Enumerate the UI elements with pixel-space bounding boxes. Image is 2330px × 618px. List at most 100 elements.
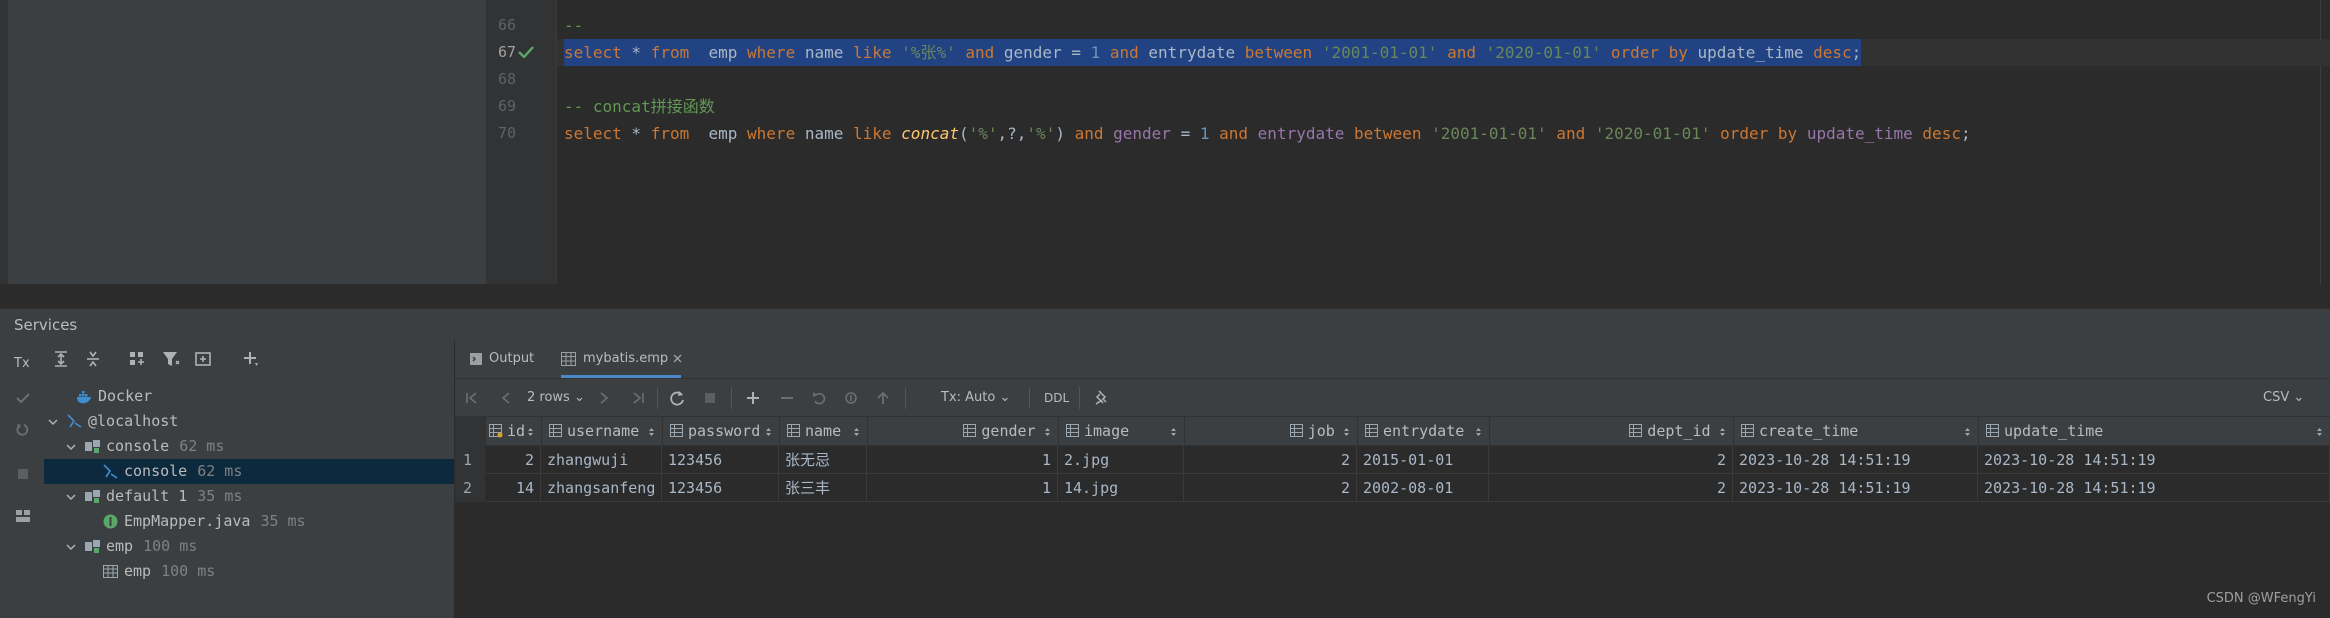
group-by-icon[interactable] bbox=[128, 350, 146, 368]
collapse-all-icon[interactable] bbox=[84, 350, 102, 368]
stop-query-icon[interactable] bbox=[703, 389, 717, 407]
transaction-mode-button[interactable]: Tx bbox=[14, 356, 30, 371]
column-header-image[interactable]: image bbox=[1058, 417, 1185, 445]
code-area[interactable]: -- select * from emp where name like '%张%… bbox=[557, 0, 2330, 284]
row-number[interactable]: 1 bbox=[455, 446, 485, 474]
table-cell-password[interactable]: 123456 bbox=[662, 474, 779, 502]
column-header-dept_id[interactable]: dept_id bbox=[1489, 417, 1734, 445]
table-cell-id[interactable]: 2 bbox=[485, 446, 541, 474]
services-tree-item[interactable]: emp 100 ms bbox=[44, 559, 454, 584]
code-line[interactable]: select * from emp where name like concat… bbox=[557, 120, 2330, 147]
column-header-password[interactable]: password bbox=[662, 417, 780, 445]
expand-all-icon[interactable] bbox=[52, 350, 70, 368]
table-cell-job[interactable]: 2 bbox=[1184, 474, 1357, 502]
table-cell-username[interactable]: zhangwuji bbox=[541, 446, 662, 474]
open-in-new-tab-icon[interactable] bbox=[194, 350, 212, 368]
sort-icon[interactable] bbox=[853, 427, 860, 437]
column-header-label: id bbox=[507, 422, 526, 440]
table-cell-job[interactable]: 2 bbox=[1184, 446, 1357, 474]
chevron-down-icon[interactable] bbox=[66, 492, 76, 502]
revert-icon[interactable] bbox=[811, 389, 827, 407]
services-tree-item[interactable]: @localhost bbox=[44, 409, 454, 434]
refresh-icon[interactable] bbox=[669, 389, 685, 407]
commit-icon[interactable] bbox=[15, 390, 31, 406]
rows-count-dropdown[interactable]: 2 rows ⌄ bbox=[527, 389, 585, 407]
table-cell-image[interactable]: 14.jpg bbox=[1058, 474, 1184, 502]
table-cell-password[interactable]: 123456 bbox=[662, 446, 779, 474]
chevron-down-icon[interactable] bbox=[48, 417, 58, 427]
tab-mybatis-emp[interactable]: mybatis.emp bbox=[561, 340, 682, 378]
table-cell-dept_id[interactable]: 2 bbox=[1489, 446, 1733, 474]
previous-page-icon[interactable] bbox=[499, 389, 513, 407]
sort-icon[interactable] bbox=[1475, 427, 1482, 437]
sort-icon[interactable] bbox=[1170, 427, 1177, 437]
chevron-down-icon[interactable] bbox=[66, 442, 76, 452]
first-page-icon[interactable] bbox=[465, 389, 479, 407]
column-header-id[interactable]: id bbox=[485, 417, 542, 445]
table-cell-gender[interactable]: 1 bbox=[867, 446, 1058, 474]
line-number: 68 bbox=[486, 66, 556, 93]
table-cell-create_time[interactable]: 2023-10-28 14:51:19 bbox=[1733, 474, 1978, 502]
export-format-dropdown[interactable]: CSV ⌄ bbox=[2263, 389, 2304, 407]
code-line[interactable]: select * from emp where name like '%张%' … bbox=[557, 39, 2330, 66]
rollback-icon[interactable] bbox=[15, 422, 31, 438]
delete-row-icon[interactable] bbox=[779, 389, 795, 407]
table-cell-username[interactable]: zhangsanfeng bbox=[541, 474, 662, 502]
sort-icon[interactable] bbox=[1719, 427, 1726, 437]
table-cell-entrydate[interactable]: 2015-01-01 bbox=[1357, 446, 1489, 474]
add-service-icon[interactable] bbox=[242, 350, 260, 368]
transaction-mode-dropdown[interactable]: Tx: Auto ⌄ bbox=[941, 389, 1010, 407]
column-header-update_time[interactable]: update_time bbox=[1978, 417, 2330, 445]
sort-icon[interactable] bbox=[527, 427, 534, 437]
services-tree-item[interactable]: console 62 ms bbox=[44, 459, 454, 484]
services-tree-item[interactable]: EmpMapper.java 35 ms bbox=[44, 509, 454, 534]
chevron-down-icon[interactable] bbox=[66, 542, 76, 552]
column-header-username[interactable]: username bbox=[541, 417, 663, 445]
sort-icon[interactable] bbox=[765, 427, 772, 437]
code-line[interactable]: -- bbox=[557, 12, 2330, 39]
next-page-icon[interactable] bbox=[597, 389, 611, 407]
table-cell-dept_id[interactable]: 2 bbox=[1489, 474, 1733, 502]
table-cell-id[interactable]: 14 bbox=[485, 474, 541, 502]
code-line-text: -- bbox=[564, 12, 583, 39]
layout-icon[interactable] bbox=[15, 508, 31, 524]
table-cell-name[interactable]: 张无忌 bbox=[779, 446, 867, 474]
table-cell-update_time[interactable]: 2023-10-28 14:51:19 bbox=[1978, 474, 2330, 502]
services-tree-item[interactable]: emp 100 ms bbox=[44, 534, 454, 559]
ddl-button[interactable]: DDL bbox=[1044, 389, 1069, 407]
column-header-create_time[interactable]: create_time bbox=[1733, 417, 1979, 445]
last-page-icon[interactable] bbox=[631, 389, 645, 407]
column-header-gender[interactable]: gender bbox=[867, 417, 1059, 445]
table-cell-name[interactable]: 张三丰 bbox=[779, 474, 867, 502]
column-header-job[interactable]: job bbox=[1184, 417, 1358, 445]
sort-icon[interactable] bbox=[1964, 427, 1971, 437]
column-header-name[interactable]: name bbox=[779, 417, 868, 445]
stop-icon[interactable] bbox=[15, 466, 31, 482]
tab-output[interactable]: Output bbox=[469, 340, 539, 378]
table-cell-create_time[interactable]: 2023-10-28 14:51:19 bbox=[1733, 446, 1978, 474]
code-token: and bbox=[1219, 124, 1249, 143]
add-row-icon[interactable] bbox=[745, 389, 761, 407]
table-cell-update_time[interactable]: 2023-10-28 14:51:19 bbox=[1978, 446, 2330, 474]
table-cell-image[interactable]: 2.jpg bbox=[1058, 446, 1184, 474]
services-tree-item[interactable]: Docker bbox=[44, 384, 454, 409]
code-line[interactable] bbox=[557, 66, 2330, 93]
pin-icon[interactable] bbox=[1093, 389, 1109, 407]
sort-icon[interactable] bbox=[2316, 427, 2323, 437]
sort-icon[interactable] bbox=[1044, 427, 1051, 437]
sort-icon[interactable] bbox=[648, 427, 655, 437]
column-header-entrydate[interactable]: entrydate bbox=[1357, 417, 1490, 445]
filter-icon[interactable] bbox=[162, 350, 180, 368]
services-tree-item[interactable]: console 62 ms bbox=[44, 434, 454, 459]
close-icon[interactable] bbox=[673, 354, 682, 363]
services-tree-item[interactable]: default 1 35 ms bbox=[44, 484, 454, 509]
table-cell-gender[interactable]: 1 bbox=[867, 474, 1058, 502]
code-line[interactable]: -- concat拼接函数 bbox=[557, 93, 2330, 120]
sql-editor[interactable]: 66 67 68 69 70 -- select * from emp where nam… bbox=[0, 0, 2330, 284]
results-grid[interactable]: id username password name gender image job entr… bbox=[455, 417, 2330, 618]
row-number[interactable]: 2 bbox=[455, 474, 485, 502]
compare-icon[interactable] bbox=[843, 389, 859, 407]
submit-icon[interactable] bbox=[875, 389, 891, 407]
sort-icon[interactable] bbox=[1343, 427, 1350, 437]
table-cell-entrydate[interactable]: 2002-08-01 bbox=[1357, 474, 1489, 502]
